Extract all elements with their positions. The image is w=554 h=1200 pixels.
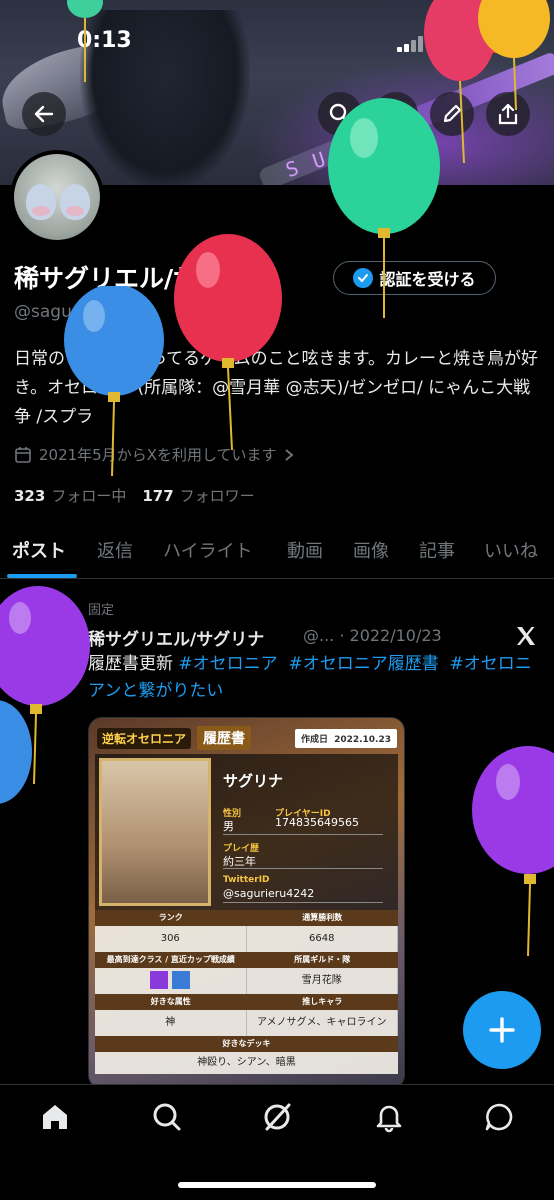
tab-replies[interactable]: 返信 xyxy=(97,537,133,563)
following-count: 323 xyxy=(14,487,46,505)
tab-highlights[interactable]: ハイライト xyxy=(163,537,253,563)
balloon-decoration xyxy=(67,0,103,82)
bell-icon[interactable] xyxy=(373,1101,405,1133)
balloon-decoration xyxy=(174,234,282,450)
profile-tabs: ポスト 返信 ハイライト 動画 画像 記事 いいね xyxy=(0,531,554,579)
tab-likes[interactable]: いいね xyxy=(484,537,538,563)
card-date-label: 作成日 xyxy=(301,734,329,745)
post-media-image[interactable]: 逆転オセロニア 履歴書 作成日 2022.10.23 サグリナ 性別 男 プレイヤ… xyxy=(88,717,405,1089)
balloon-decoration xyxy=(328,98,440,318)
home-indicator xyxy=(178,1182,376,1188)
post-text: 履歴書更新 #オセロニア #オセロニア履歴書 #オセロニアンと繋がりたい xyxy=(88,651,538,705)
card-divider xyxy=(223,902,383,903)
card-twitter: @sagurieru4242 xyxy=(223,887,315,900)
card-character-name: サグリナ xyxy=(223,772,284,790)
followers-link[interactable]: 177 フォロワー xyxy=(142,487,254,505)
follow-stats: 323 フォロー中 177 フォロワー xyxy=(14,485,255,506)
compose-button[interactable] xyxy=(463,991,541,1069)
card-character-portrait xyxy=(99,758,211,906)
explore-icon[interactable] xyxy=(151,1101,183,1133)
card-wins: 6648 xyxy=(247,926,398,952)
card-class-badges xyxy=(95,968,247,994)
card-chara: アメノサグメ、キャロライン xyxy=(247,1010,398,1036)
card-deck: 神殴り、シアン、暗黒 xyxy=(95,1052,398,1074)
avatar-image xyxy=(14,154,100,240)
tab-posts[interactable]: ポスト xyxy=(12,537,66,563)
card-stats-grid: ランク 通算勝利数 306 6648 最高到達クラス / 直近カップ戦成績 所属ギルド… xyxy=(95,910,398,1074)
card-header: 逆転オセロニア 履歴書 作成日 2022.10.23 xyxy=(97,724,397,752)
hashtag-link[interactable]: #オセロニア xyxy=(178,654,277,674)
card-wins-label: 通算勝利数 xyxy=(302,913,343,922)
avatar[interactable] xyxy=(10,150,104,244)
card-attr-label: 好きな属性 xyxy=(150,997,191,1006)
back-icon xyxy=(34,105,54,123)
tab-articles[interactable]: 記事 xyxy=(419,537,455,563)
tab-videos[interactable]: 動画 xyxy=(287,537,323,563)
card-player-id: 174835649565 xyxy=(275,816,359,829)
following-label: フォロー中 xyxy=(51,487,127,505)
card-twitter-label: TwitterID xyxy=(223,875,270,885)
card-divider xyxy=(223,868,383,869)
x-logo-icon xyxy=(517,627,535,645)
followers-label: フォロワー xyxy=(179,487,255,505)
card-deck-label: 好きなデッキ xyxy=(222,1039,271,1048)
card-guild: 雪月花隊 xyxy=(247,968,398,994)
balloon-decoration xyxy=(478,0,550,110)
balloon-decoration xyxy=(64,286,164,476)
active-tab-indicator xyxy=(7,574,77,578)
balloon-decoration xyxy=(0,700,32,804)
card-rank: 306 xyxy=(95,926,247,952)
post-text-plain: 履歴書更新 xyxy=(88,654,179,674)
following-link[interactable]: 323 フォロー中 xyxy=(14,487,126,505)
grok-icon[interactable] xyxy=(261,1101,293,1133)
card-gender: 男 xyxy=(223,820,234,833)
calendar-icon xyxy=(15,446,31,463)
card-attr: 神 xyxy=(95,1010,247,1036)
messages-icon[interactable] xyxy=(483,1101,515,1133)
card-chara-label: 推しキャラ xyxy=(302,997,343,1006)
card-play-history: 約三年 xyxy=(223,855,256,868)
balloon-decoration xyxy=(472,746,554,956)
plus-icon xyxy=(489,1017,515,1043)
post-meta: @... · 2022/10/23 xyxy=(303,626,442,645)
card-title: 履歴書 xyxy=(197,726,252,750)
card-date: 作成日 2022.10.23 xyxy=(295,728,397,748)
card-rank-label: ランク xyxy=(158,913,183,922)
card-guild-label: 所属ギルド・隊 xyxy=(294,955,351,964)
card-profile-panel: サグリナ 性別 男 プレイヤーID 174835649565 プレイ歴 約三年 … xyxy=(95,754,398,924)
card-logo: 逆転オセロニア xyxy=(97,727,192,749)
followers-count: 177 xyxy=(142,487,174,505)
chevron-right-icon xyxy=(284,448,293,461)
card-class-label: 最高到達クラス / 直近カップ戦成績 xyxy=(106,955,235,964)
hashtag-link[interactable]: #オセロニア履歴書 xyxy=(288,654,438,674)
home-icon[interactable] xyxy=(39,1101,71,1133)
back-button[interactable] xyxy=(22,92,66,136)
card-divider xyxy=(223,834,383,835)
tab-images[interactable]: 画像 xyxy=(353,537,389,563)
post-author[interactable]: 稀サグリエル/サグリナ xyxy=(88,625,264,650)
card-date-value: 2022.10.23 xyxy=(334,734,391,745)
